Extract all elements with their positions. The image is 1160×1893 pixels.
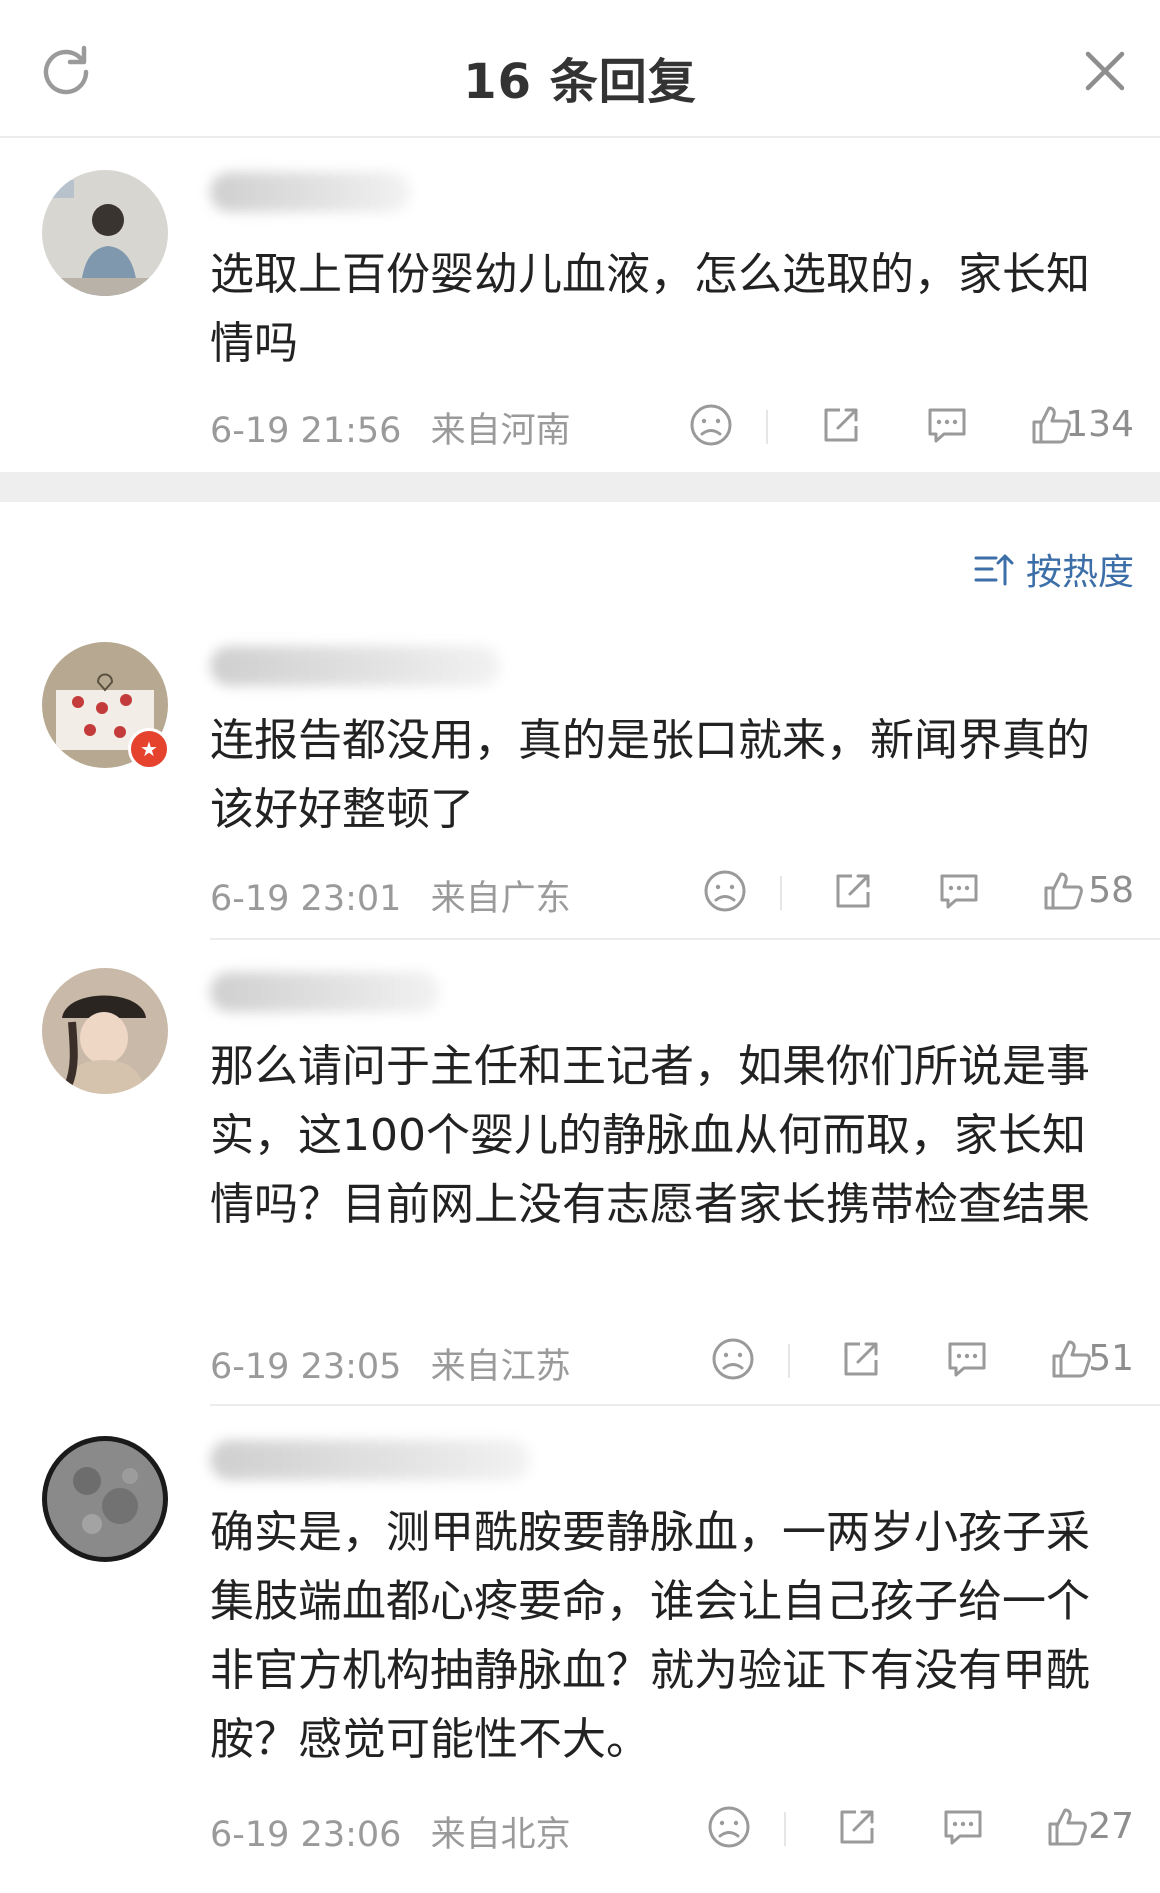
comment-icon	[928, 408, 966, 443]
close-icon	[1085, 51, 1125, 91]
share-icon	[840, 1810, 874, 1844]
share-button[interactable]	[838, 1336, 888, 1386]
reply-button[interactable]	[936, 868, 986, 918]
comment-location: 来自河南	[430, 411, 571, 451]
comment-text: 选取上百份婴幼儿血液，怎么选取的，家长知情吗	[210, 249, 1090, 369]
reply-item: ★ 连报告都没用，真的是张口就来，新闻界真的该好好整顿了 6-19 23:01 …	[0, 620, 1160, 940]
thumbs-up-icon	[1052, 1340, 1091, 1378]
sad-face-icon	[704, 870, 746, 912]
avatar[interactable]	[42, 968, 168, 1094]
section-divider	[0, 472, 1160, 502]
share-button[interactable]	[834, 1804, 884, 1854]
divider	[766, 410, 768, 444]
reply-button[interactable]	[940, 1804, 990, 1854]
like-count: 27	[1088, 1806, 1134, 1847]
sad-face-icon	[712, 1338, 754, 1380]
comment-text: 那么请问于主任和王记者，如果你们所说是事实，这100个婴儿的静脉血从何而取，家长…	[210, 1041, 1090, 1230]
reply-item: 那么请问于主任和王记者，如果你们所说是事实，这100个婴儿的静脉血从何而取，家长…	[0, 940, 1160, 1406]
comment-icon	[940, 874, 978, 909]
username-blurred[interactable]	[210, 172, 410, 212]
page-title: 16 条回复	[463, 54, 697, 110]
comment-meta: 6-19 23:05 来自江苏	[210, 1338, 571, 1389]
username-blurred[interactable]	[210, 646, 500, 686]
comment-location: 来自北京	[430, 1815, 571, 1855]
like-count: 51	[1088, 1338, 1134, 1379]
divider	[788, 1344, 790, 1378]
share-button[interactable]	[830, 868, 880, 918]
divider	[784, 1812, 786, 1846]
like-count: 134	[1065, 404, 1134, 445]
thumbs-up-icon	[1044, 872, 1083, 910]
comment-actions: 58	[634, 868, 1134, 918]
comment-meta: 6-19 23:06 来自北京	[210, 1806, 571, 1857]
comment-actions: 27	[634, 1804, 1134, 1854]
avatar-image	[42, 170, 168, 296]
username-blurred[interactable]	[210, 1440, 530, 1480]
comment-date: 6-19 21:56	[210, 411, 402, 451]
reply-button[interactable]	[944, 1336, 994, 1386]
close-button[interactable]	[1080, 46, 1130, 96]
like-button[interactable]	[1044, 1804, 1094, 1854]
comment-date: 6-19 23:05	[210, 1347, 402, 1387]
comment-meta: 6-19 21:56 来自河南	[210, 402, 571, 453]
avatar[interactable]	[42, 170, 168, 296]
sad-face-icon	[690, 404, 732, 446]
share-button[interactable]	[818, 402, 868, 452]
share-icon	[836, 874, 870, 908]
comment-date: 6-19 23:06	[210, 1815, 402, 1855]
comment-icon	[944, 1810, 982, 1845]
sad-face-icon	[708, 1806, 750, 1848]
comment-date: 6-19 23:01	[210, 879, 402, 919]
divider	[780, 876, 782, 910]
sort-icon	[974, 554, 1014, 586]
comment-actions: 134	[634, 402, 1134, 452]
sort-button[interactable]: 按热度	[972, 544, 1134, 594]
avatar[interactable]	[42, 1436, 168, 1562]
reply-button[interactable]	[924, 402, 974, 452]
reply-header: 16 条回复	[0, 0, 1160, 138]
avatar-image	[42, 1436, 168, 1562]
dislike-button[interactable]	[702, 868, 752, 918]
like-count: 58	[1088, 870, 1134, 911]
share-icon	[824, 408, 858, 442]
like-button[interactable]	[1040, 868, 1090, 918]
dislike-button[interactable]	[706, 1804, 756, 1854]
dislike-button[interactable]	[688, 402, 738, 452]
thumbs-up-icon	[1048, 1808, 1087, 1846]
dislike-button[interactable]	[710, 1336, 760, 1386]
comment-location: 来自广东	[430, 879, 571, 919]
comment-meta: 6-19 23:01 来自广东	[210, 870, 571, 921]
comment-location: 来自江苏	[430, 1347, 571, 1387]
comment-text: 连报告都没用，真的是张口就来，新闻界真的该好好整顿了	[210, 715, 1090, 835]
comment-text: 确实是，测甲酰胺要静脉血，一两岁小孩子采集肢端血都心疼要命，谁会让自己孩子给一个…	[210, 1507, 1090, 1765]
sort-label: 按热度	[1025, 552, 1134, 593]
root-comment: 选取上百份婴幼儿血液，怎么选取的，家长知情吗 6-19 21:56 来自河南 1…	[0, 136, 1160, 472]
reply-item: 确实是，测甲酰胺要静脉血，一两岁小孩子采集肢端血都心疼要命，谁会让自己孩子给一个…	[0, 1406, 1160, 1893]
verified-badge-icon: ★	[128, 728, 170, 770]
share-icon	[844, 1342, 878, 1376]
comment-actions: 51	[634, 1336, 1134, 1386]
avatar-image	[42, 968, 168, 1094]
username-blurred[interactable]	[210, 972, 440, 1012]
comment-icon	[948, 1342, 986, 1377]
